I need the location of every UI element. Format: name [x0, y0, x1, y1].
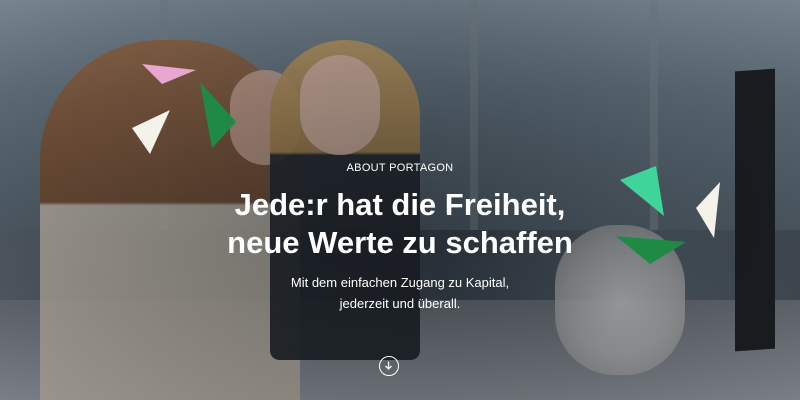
- arrow-down-circle-icon: [385, 361, 392, 370]
- hero-headline: Jede:r hat die Freiheit, neue Werte zu s…: [0, 186, 800, 262]
- hero-subline: Mit dem einfachen Zugang zu Kapital, jed…: [0, 272, 800, 314]
- subline-line-1: Mit dem einfachen Zugang zu Kapital,: [290, 275, 510, 290]
- hero-content: ABOUT PORTAGON Jede:r hat die Freiheit, …: [0, 0, 800, 400]
- hero-section: ABOUT PORTAGON Jede:r hat die Freiheit, …: [0, 0, 800, 400]
- section-eyebrow: ABOUT PORTAGON: [346, 162, 454, 174]
- headline-line-2: neue Werte zu schaffen: [227, 225, 573, 260]
- scroll-down-button[interactable]: [379, 356, 399, 376]
- subline-line-2: jederzeit und überall.: [339, 296, 461, 311]
- headline-line-1: Jede:r hat die Freiheit,: [234, 187, 566, 222]
